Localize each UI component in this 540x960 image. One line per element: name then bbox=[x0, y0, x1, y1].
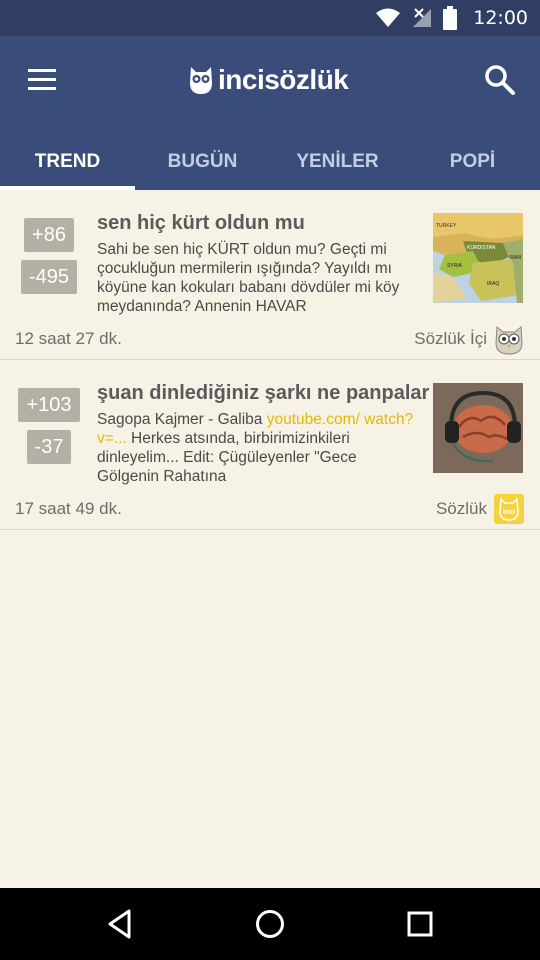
battery-icon bbox=[443, 6, 458, 30]
owl-icon bbox=[495, 325, 523, 355]
entry-title[interactable]: şuan dinlediğiniz şarkı ne panpalar bbox=[97, 382, 429, 405]
downvote-count[interactable]: -37 bbox=[26, 430, 72, 464]
search-icon bbox=[485, 65, 515, 95]
downvote-count[interactable]: -495 bbox=[20, 260, 78, 294]
status-icons: 12:00 bbox=[375, 0, 528, 36]
entry-timestamp: 17 saat 49 dk. bbox=[15, 499, 122, 518]
home-circle-icon bbox=[256, 910, 284, 938]
inci-badge-icon: inci bbox=[494, 494, 524, 524]
cellular-signal-icon bbox=[413, 8, 432, 27]
status-bar: 12:00 bbox=[0, 0, 540, 36]
app-bar: incisözlük TREND BUGÜN YENİLER POPİ bbox=[0, 36, 540, 190]
app-logo: incisözlük bbox=[188, 60, 349, 100]
status-time: 12:00 bbox=[473, 7, 528, 29]
system-nav-bar bbox=[0, 888, 540, 960]
tab-popi[interactable]: POPİ bbox=[405, 134, 540, 190]
menu-button[interactable] bbox=[22, 60, 62, 100]
entry-excerpt: Sagopa Kajmer - Galiba youtube.com/ watc… bbox=[97, 410, 419, 486]
recents-button[interactable] bbox=[402, 906, 438, 942]
tab-yeniler[interactable]: YENİLER bbox=[270, 134, 405, 190]
back-button[interactable] bbox=[102, 906, 138, 942]
search-button[interactable] bbox=[480, 60, 520, 100]
tab-bugun[interactable]: BUGÜN bbox=[135, 134, 270, 190]
entry-card[interactable]: +86 -495 sen hiç kürt oldun mu Sahi be s… bbox=[0, 190, 540, 360]
back-triangle-icon bbox=[108, 909, 131, 939]
entry-title[interactable]: sen hiç kürt oldun mu bbox=[97, 212, 305, 235]
entry-source-label: Sözlük İçi bbox=[414, 329, 487, 348]
wifi-icon bbox=[376, 8, 401, 27]
tab-trend[interactable]: TREND bbox=[0, 134, 135, 190]
vote-group: +103 -37 bbox=[14, 388, 84, 464]
brain-headphones-image bbox=[433, 383, 523, 473]
map-label-iran: IRAN bbox=[509, 255, 521, 261]
map-label-iraq: IRAQ bbox=[487, 281, 499, 287]
logo-text: incisözlük bbox=[218, 64, 349, 95]
entry-card[interactable]: +103 -37 şuan dinlediğiniz şarkı ne panp… bbox=[0, 360, 540, 530]
map-label-turkey: TURKEY bbox=[436, 223, 457, 229]
entry-source[interactable]: Sözlük İçi bbox=[414, 323, 525, 355]
upvote-count[interactable]: +86 bbox=[24, 218, 74, 252]
map-label-syria: SYRIA bbox=[447, 263, 463, 269]
map-label-kurdistan: KURDISTAN bbox=[467, 245, 496, 251]
entry-source[interactable]: Sözlük inci bbox=[436, 493, 525, 525]
home-button[interactable] bbox=[252, 906, 288, 942]
tab-bar: TREND BUGÜN YENİLER POPİ bbox=[0, 134, 540, 190]
entry-excerpt-prefix: Sagopa Kajmer - Galiba bbox=[97, 411, 267, 428]
entry-thumbnail-map[interactable]: TURKEY KURDISTAN SYRIA IRAN IRAQ bbox=[433, 213, 523, 303]
map-image: TURKEY KURDISTAN SYRIA IRAN IRAQ bbox=[433, 213, 523, 303]
entry-source-label: Sözlük bbox=[435, 499, 487, 518]
inci-badge-text: inci bbox=[503, 509, 515, 516]
entry-thumbnail-image[interactable] bbox=[433, 383, 523, 473]
entry-excerpt: Sahi be sen hiç KÜRT oldun mu? Geçti mi … bbox=[97, 241, 400, 315]
hamburger-icon bbox=[28, 69, 56, 90]
vote-group: +86 -495 bbox=[14, 218, 84, 294]
entry-feed: +86 -495 sen hiç kürt oldun mu Sahi be s… bbox=[0, 190, 540, 530]
entry-timestamp: 12 saat 27 dk. bbox=[15, 329, 122, 348]
owl-logo-icon bbox=[190, 67, 212, 94]
entry-excerpt-suffix: Herkes atsında, birbirimizinkileri dinle… bbox=[97, 430, 357, 485]
upvote-count[interactable]: +103 bbox=[18, 388, 80, 422]
recents-square-icon bbox=[407, 911, 433, 937]
